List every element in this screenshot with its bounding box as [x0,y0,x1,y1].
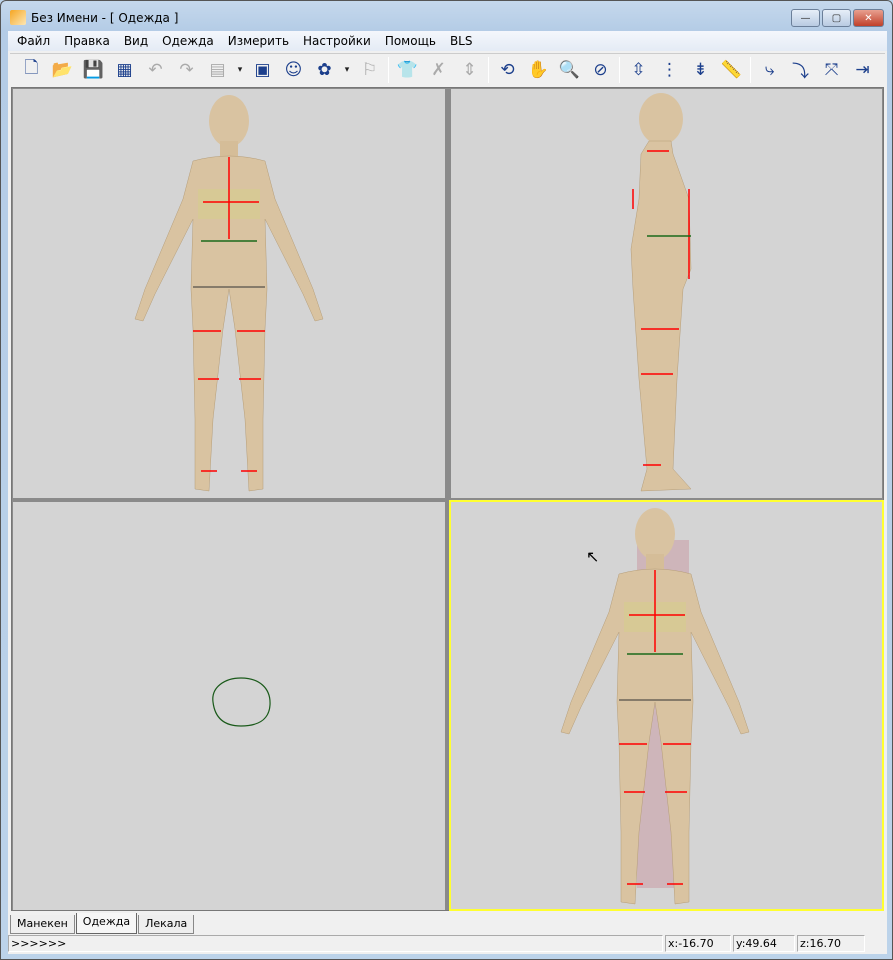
zoom-icon[interactable]: 🔍 [554,57,585,83]
viewport-side[interactable] [451,89,882,498]
menu-item-6[interactable]: Помощь [378,34,443,48]
toolbar-separator [750,56,751,83]
mouse-cursor-icon: ↖ [586,547,600,566]
texture-dropdown-icon[interactable]: ▾ [340,57,354,83]
command-line[interactable]: >>>>>> [8,935,663,952]
view-fit-icon[interactable]: ⊘ [585,57,616,83]
close-button[interactable]: ✕ [853,9,884,27]
minimize-button[interactable]: — [791,9,820,27]
viewport-top[interactable] [13,502,445,910]
tab-0[interactable]: Манекен [10,915,75,934]
app-icon [10,10,26,25]
save-icon[interactable]: 💾 [78,57,109,83]
coord-y: y:49.64 [733,935,795,952]
new-file-icon[interactable]: 🗋 [16,57,47,83]
layout-icon[interactable]: ▣ [247,57,278,83]
pan-hand-icon[interactable]: ✋ [523,57,554,83]
toolbar-separator [388,56,389,83]
status-bar: >>>>>> x:-16.70 y:49.64 z:16.70 [8,935,887,953]
texture-icon[interactable]: ✿ [309,57,340,83]
toolbar: 🗋 📂 💾 ▦ ↶ ↷ ▤ ▾ ▣ ☺ ✿ ▾ ⚐ 👕 ✗ ⇕ ⟲ ✋ 🔍 ⊘ ⇳ ⋮ ⇟ 📏 ⤷ ⤵ ⤧ ⇥ [10,53,885,85]
viewport-front[interactable] [13,89,445,498]
mannequin-icon[interactable]: ☺ [278,57,309,83]
shirt-icon[interactable]: 👕 [392,57,423,83]
open-folder-icon[interactable]: 📂 [47,57,78,83]
menu-item-5[interactable]: Настройки [296,34,378,48]
ruler-icon[interactable]: 📏 [716,57,747,83]
fabric-icon[interactable]: ▤ [202,57,233,83]
body-cross-section [212,677,271,727]
menu-item-0[interactable]: Файл [10,34,57,48]
measure-dotted-icon[interactable]: ⋮ [654,57,685,83]
window-title: Без Имени - [ Одежда ] [31,11,179,25]
menu-bar: Файл Правка Вид Одежда Измерить Настройки Помо… [8,31,887,51]
title-bar[interactable]: Без Имени - [ Одежда ] — ▢ ✕ [1,1,892,31]
coord-z: z:16.70 [797,935,865,952]
measure-vertical-icon[interactable]: ⇳ [623,57,654,83]
garment-size-icon[interactable]: ⇕ [454,57,485,83]
undo-icon[interactable]: ↶ [140,57,171,83]
remove-garment-icon[interactable]: ✗ [423,57,454,83]
menu-item-2[interactable]: Вид [117,34,155,48]
menu-item-7[interactable]: BLS [443,34,480,48]
rotate-icon[interactable]: ⟲ [492,57,523,83]
menu-item-1[interactable]: Правка [57,34,117,48]
measure-multi-icon[interactable]: ⇟ [685,57,716,83]
menu-item-3[interactable]: Одежда [155,34,221,48]
toolbar-separator [619,56,620,83]
maximize-button[interactable]: ▢ [822,9,851,27]
menu-item-4[interactable]: Измерить [221,34,296,48]
toolbar-separator [488,56,489,83]
tab-2[interactable]: Лекала [138,915,195,934]
remove-point-icon[interactable]: ⤵ [785,57,816,83]
app-window: Без Имени - [ Одежда ] — ▢ ✕ Файл Правка В… [0,0,893,960]
tab-1[interactable]: Одежда [75,913,138,934]
save-as-icon[interactable]: ▦ [109,57,140,83]
viewport-grid: ↖ [11,87,884,911]
fabric-dropdown-icon[interactable]: ▾ [233,57,247,83]
move-point-icon[interactable]: ⤧ [816,57,847,83]
flag-icon[interactable]: ⚐ [354,57,385,83]
redo-icon[interactable]: ↷ [171,57,202,83]
mirror-point-icon[interactable]: ⇥ [847,57,878,83]
add-point-icon[interactable]: ⤷ [754,57,785,83]
bottom-tabs: Манекен Одежда Лекала [10,912,195,934]
coord-x: x:-16.70 [665,935,731,952]
viewport-perspective[interactable]: ↖ [449,500,884,911]
